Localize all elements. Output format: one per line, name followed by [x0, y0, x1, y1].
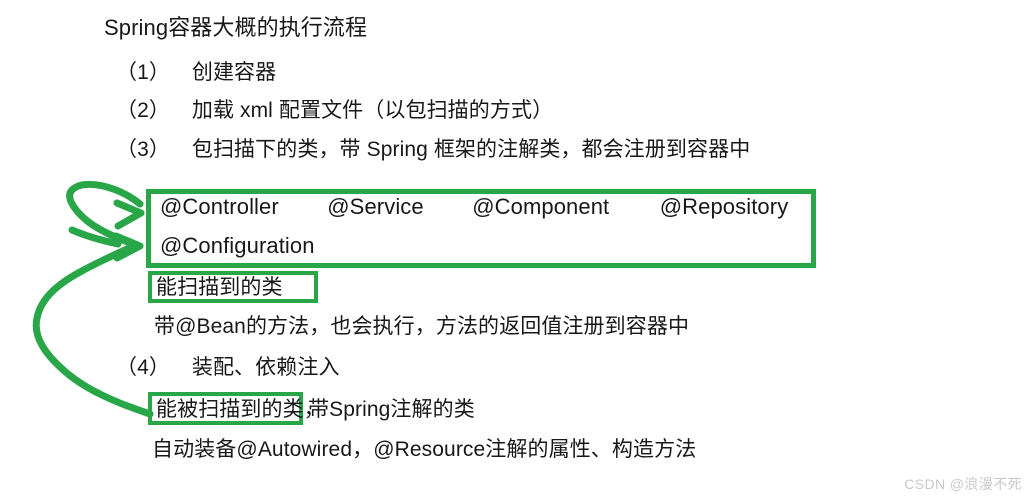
page-title: Spring容器大概的执行流程	[104, 15, 368, 40]
list-item-step-1: （1） 创建容器	[116, 62, 276, 83]
step-2-marker: （2）	[116, 99, 170, 122]
highlight-label-scannable-classes: 能扫描到的类	[156, 276, 283, 299]
step-4-marker: （4）	[116, 356, 170, 379]
list-item-step-2: （2） 加载 xml 配置文件（以包扫描的方式）	[116, 100, 553, 121]
sub-note-bean-methods: 带@Bean的方法，也会执行，方法的返回值注册到容器中	[154, 315, 690, 338]
annotated-note-page: Spring容器大概的执行流程 （1） 创建容器 （2） 加载 xml 配置文件…	[0, 0, 1036, 503]
annotation-repository: @Repository	[659, 194, 789, 219]
annotation-configuration: @Configuration	[160, 233, 315, 258]
spring-annotation-row-1: @Controller @Service @Component @Reposit…	[160, 196, 788, 218]
list-item-step-3: （3） 包扫描下的类，带 Spring 框架的注解类，都会注册到容器中	[116, 139, 750, 160]
annotation-component: @Component	[472, 194, 610, 219]
step-1-text: 创建容器	[191, 61, 277, 84]
list-item-step-4: （4） 装配、依赖注入	[116, 357, 340, 378]
text-after-highlight-2: 带Spring注解的类	[308, 398, 475, 421]
step-3-marker: （3）	[116, 138, 170, 161]
step-4-text: 装配、依赖注入	[191, 356, 340, 379]
step-3-text: 包扫描下的类，带 Spring 框架的注解类，都会注册到容器中	[191, 138, 751, 161]
step-1-marker: （1）	[116, 61, 170, 84]
step-2-text: 加载 xml 配置文件（以包扫描的方式）	[191, 99, 554, 122]
annotation-controller: @Controller	[160, 194, 279, 219]
spring-annotation-row-2: @Configuration	[160, 235, 315, 257]
highlight-label-scannable-classes-2: 能被扫描到的类，	[156, 398, 325, 421]
sub-note-autowired: 自动装备@Autowired，@Resource注解的属性、构造方法	[152, 438, 697, 461]
csdn-watermark: CSDN @浪漫不死	[904, 476, 1022, 492]
annotation-service: @Service	[327, 194, 424, 219]
